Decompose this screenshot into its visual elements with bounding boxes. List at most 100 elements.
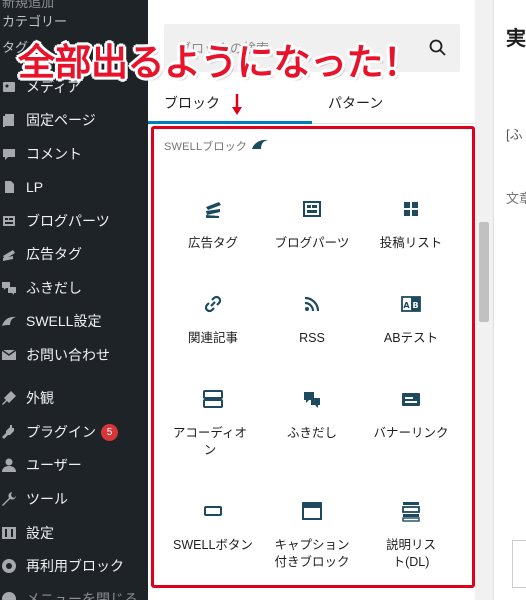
block-label: SWELLボタン [173,538,253,552]
banner-link-icon [359,386,463,412]
link-icon [161,291,265,317]
sidebar-item-label: SWELL設定 [26,313,102,329]
sidebar-item-plugins[interactable]: プラグイン 5 [0,417,148,447]
appearance-icon [0,389,18,407]
block-inserter-panel: ブロックの検索 ブロック パターン SWELLブロック 広告タグ ブログパーツ … [148,0,493,600]
sidebar-item-users[interactable]: ユーザー [0,450,148,480]
sidebar-item-balloon[interactable]: ふきだし [0,273,148,303]
paragraph-text[interactable]: 文章 [506,188,526,207]
active-tab-indicator [148,121,312,124]
ab-test-icon: AB [359,291,463,317]
balloon-icon [0,279,18,297]
dl-list-icon [359,498,463,524]
block-label: バナーリンク [373,426,449,440]
block-label: ブログパーツ [274,236,350,250]
sidebar-item-label: プラグイン [26,424,96,440]
sidebar-item-label: ツール [26,491,68,507]
sidebar-item-label: 固定ページ [26,112,96,128]
sidebar-item-pages[interactable]: 固定ページ [0,105,148,135]
rss-icon [260,291,364,317]
post-list-icon [359,196,463,222]
tab-patterns[interactable]: パターン [328,93,383,123]
sidebar-item-settings[interactable]: 設定 [0,518,148,548]
annotation-caption: 全部出るようになった！ [18,42,420,83]
plugins-icon [0,423,18,441]
lp-icon [0,178,18,196]
block-ad-tag[interactable]: 広告タグ [161,196,265,252]
block-post-list[interactable]: 投稿リスト [359,196,463,252]
block-label: RSS [299,331,325,345]
blog-parts-icon [260,196,364,222]
block-rss[interactable]: RSS [260,291,364,347]
post-heading[interactable]: 実 [506,22,526,51]
sidebar-item-label: ブログパーツ [26,213,110,229]
block-swell-button[interactable]: SWELLボタン [161,498,265,554]
sidebar-item-blog-parts[interactable]: ブログパーツ [0,206,148,236]
block-dl-list[interactable]: 説明リスト(DL) [359,498,463,571]
block-blog-parts[interactable]: ブログパーツ [260,196,364,252]
sidebar-item-reusable-blocks[interactable]: 再利用ブロック [0,551,148,581]
users-icon [0,456,18,474]
block-label: ふきだし [286,426,337,440]
sidebar-item-label: メニューを閉じる [26,591,138,600]
sidebar-item-ad-tag[interactable]: 広告タグ [0,239,148,269]
swell-icon [0,312,18,330]
button-icon [161,498,265,524]
sidebar-item-swell-settings[interactable]: SWELL設定 [0,306,148,336]
block-label: 広告タグ [187,236,238,250]
block-label: 説明リスト(DL) [385,538,436,569]
block-accordion[interactable]: アコーディオン [161,386,265,459]
sidebar-item-contact[interactable]: お問い合わせ [0,340,148,370]
block-placeholder[interactable] [512,540,526,588]
block-label: アコーディオン [172,426,248,457]
pages-icon [0,111,18,129]
tab-blocks[interactable]: ブロック [164,93,220,123]
sidebar-item-label: 外観 [26,390,54,406]
tools-icon [0,490,18,508]
update-count-badge: 5 [101,423,118,441]
sidebar-item-label: ふきだし [26,280,82,296]
block-label: キャプション付きブロック [274,538,350,569]
media-icon [0,78,18,96]
block-caption-block[interactable]: キャプション付きブロック [260,498,364,571]
ad-tag-icon [0,245,18,263]
sidebar-item-label: ユーザー [26,457,82,473]
shortcode-text[interactable]: [ふ [506,124,523,143]
sidebar-item-label: お問い合わせ [26,347,110,363]
sidebar-item-label: 再利用ブロック [26,558,124,574]
block-label: ABテスト [383,331,439,345]
sidebar-item-label: 広告タグ [26,246,82,262]
down-arrow-annotation [232,94,242,115]
blog-parts-icon [0,212,18,230]
sidebar-subitem-categories[interactable]: カテゴリー [2,11,67,33]
block-ab-test[interactable]: AB ABテスト [359,291,463,347]
block-related-post[interactable]: 関連記事 [161,291,265,347]
scrollbar-thumb[interactable] [479,222,489,322]
sidebar-item-label: コメント [26,146,82,162]
sidebar-item-lp[interactable]: LP [0,172,148,202]
accordion-icon [161,386,265,412]
ad-tag-icon [161,196,265,222]
sidebar-item-label: LP [26,179,44,195]
search-icon [429,39,446,56]
svg-text:A: A [403,301,410,310]
sidebar-item-comments[interactable]: コメント [0,139,148,169]
block-category-title: SWELLブロック [164,141,248,153]
settings-icon [0,524,18,542]
editor-canvas: 実 [ふ 文章 [493,0,526,600]
caption-block-icon [260,498,364,524]
balloon-icon [260,386,364,412]
sidebar-item-collapse-menu[interactable]: メニューを閉じる [0,584,148,600]
block-balloon[interactable]: ふきだし [260,386,364,442]
block-label: 関連記事 [187,331,238,345]
collapse-icon [0,590,18,600]
sidebar-item-tools[interactable]: ツール [0,484,148,514]
swell-logo-icon [252,139,268,149]
block-label: 投稿リスト [379,236,443,250]
admin-sidebar: 新規追加 カテゴリー タグ メディア 固定ページ コメント LP ブログパーツ … [0,0,148,600]
comments-icon [0,145,18,163]
sidebar-item-label: 設定 [26,525,54,541]
sidebar-item-appearance[interactable]: 外観 [0,383,148,413]
reusable-blocks-icon [0,557,18,575]
block-banner-link[interactable]: バナーリンク [359,386,463,442]
